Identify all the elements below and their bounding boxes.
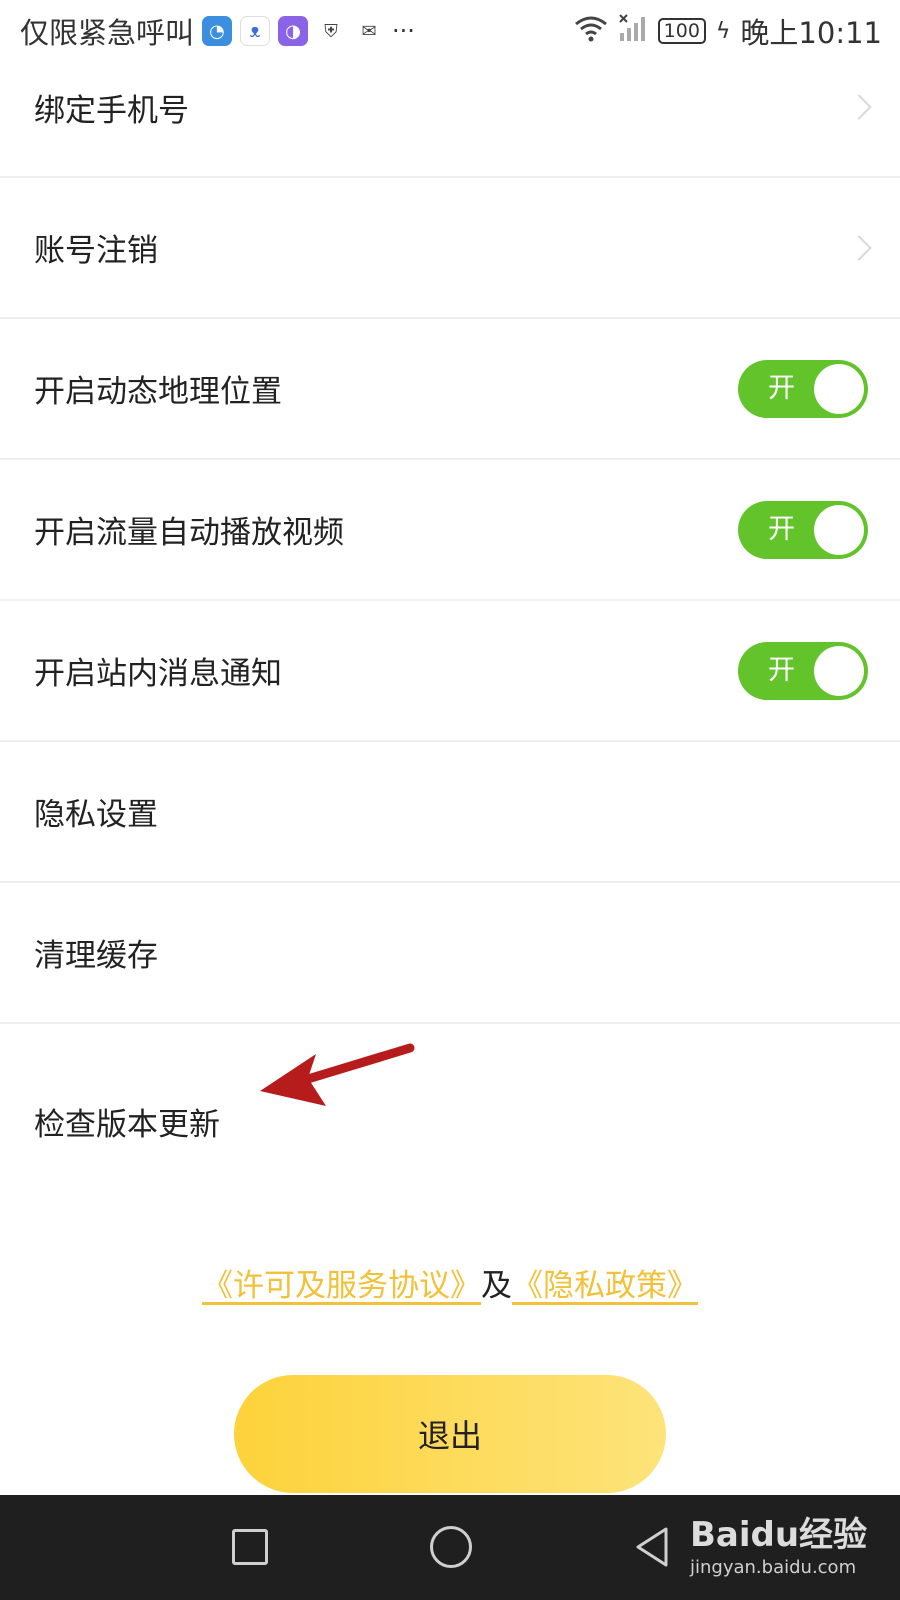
setting-notifications: 开启站内消息通知 开 (0, 601, 900, 742)
toggle-text: 开 (768, 372, 795, 404)
setting-clear-cache[interactable]: 清理缓存 (0, 883, 900, 1024)
toggle-knob (814, 504, 864, 555)
baidu-watermark-url: jingyan.baidu.com (690, 1557, 857, 1578)
setting-label: 隐私设置 (34, 797, 158, 833)
home-button[interactable] (430, 1526, 472, 1568)
setting-autoplay-video: 开启流量自动播放视频 开 (0, 460, 900, 601)
setting-label: 开启动态地理位置 (34, 374, 282, 410)
toggle-text: 开 (768, 513, 795, 545)
setting-location: 开启动态地理位置 开 (0, 319, 900, 460)
chevron-right-icon (846, 94, 872, 120)
annotation-arrow-icon (260, 1043, 415, 1106)
setting-label: 检查版本更新 (34, 1106, 220, 1143)
autoplay-toggle[interactable]: 开 (738, 500, 868, 559)
setting-label: 开启流量自动播放视频 (34, 515, 344, 551)
toggle-knob (814, 645, 864, 696)
and-text: 及 (481, 1268, 512, 1304)
setting-bind-phone[interactable]: 绑定手机号 (0, 38, 900, 178)
settings-list: 绑定手机号 账号注销 开启动态地理位置 开 开启流量自动播放视频 开 开启站内消… (0, 38, 900, 1176)
setting-privacy[interactable]: 隐私设置 (0, 742, 900, 883)
setting-label: 开启站内消息通知 (34, 656, 282, 692)
setting-label: 清理缓存 (34, 938, 158, 974)
privacy-policy-link[interactable]: 《隐私政策》 (512, 1268, 698, 1304)
license-agreement-link[interactable]: 《许可及服务协议》 (202, 1268, 481, 1304)
location-toggle[interactable]: 开 (738, 359, 868, 418)
recents-button[interactable] (232, 1529, 268, 1565)
setting-label: 绑定手机号 (34, 92, 189, 129)
setting-account-cancel[interactable]: 账号注销 (0, 178, 900, 319)
toggle-text: 开 (768, 654, 795, 686)
notifications-toggle[interactable]: 开 (738, 641, 868, 700)
navigation-bar: Baidu经验 jingyan.baidu.com (0, 1495, 900, 1600)
setting-check-update[interactable]: 检查版本更新 (0, 1024, 900, 1176)
setting-label: 账号注销 (34, 233, 158, 269)
back-button[interactable] (632, 1525, 672, 1569)
logout-button[interactable]: 退出 (234, 1375, 666, 1493)
toggle-knob (814, 363, 864, 414)
baidu-watermark: Baidu经验 (690, 1515, 868, 1555)
agreement-links: 《许可及服务协议》及《隐私政策》 (0, 1260, 900, 1305)
chevron-right-icon (846, 234, 872, 261)
